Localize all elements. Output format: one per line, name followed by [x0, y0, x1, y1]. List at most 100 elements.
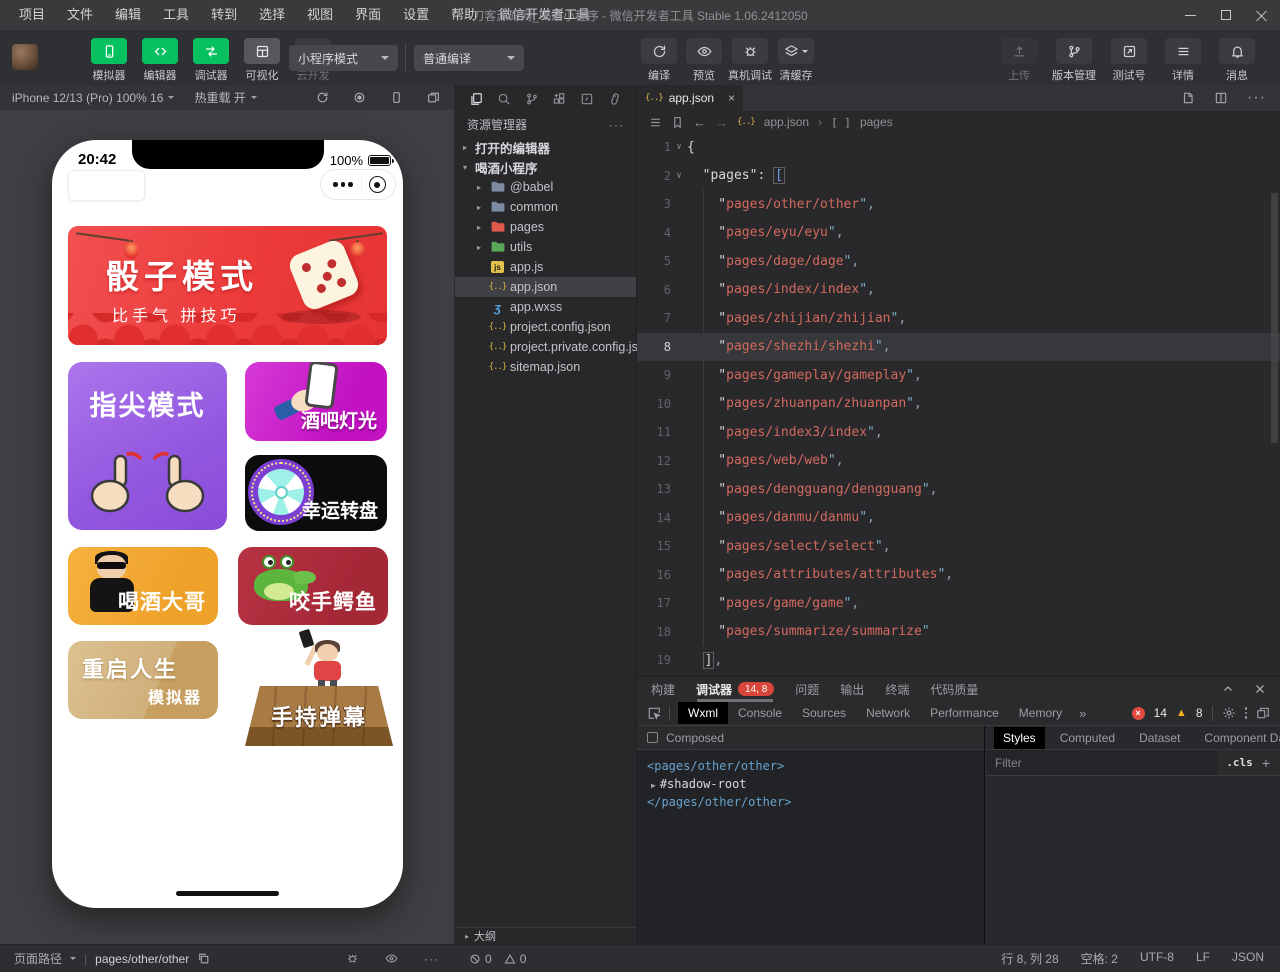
visualize-button[interactable]: 可视化	[241, 38, 283, 83]
styles-tab-styles[interactable]: Styles	[994, 727, 1045, 749]
menu-item[interactable]: 界面	[344, 0, 392, 30]
code-line[interactable]: 12 "pages/web/web",	[637, 447, 1280, 476]
source-control-icon[interactable]	[525, 92, 539, 106]
code-line[interactable]: 17 "pages/game/game",	[637, 589, 1280, 618]
tree-item[interactable]: {..}project.private.config.js...	[455, 337, 636, 357]
files-icon[interactable]	[469, 92, 483, 106]
component-icon[interactable]	[580, 92, 594, 106]
tree-item[interactable]: jsapp.js	[455, 257, 636, 277]
menu-item[interactable]: 转到	[200, 0, 248, 30]
code-line[interactable]: 5 "pages/dage/dage",	[637, 247, 1280, 276]
indentation[interactable]: 空格: 2	[1081, 950, 1118, 967]
compile-select[interactable]: 普通编译	[414, 45, 524, 71]
code-line[interactable]: 11 "pages/index3/index",	[637, 418, 1280, 447]
gear-icon[interactable]	[1222, 706, 1236, 720]
menu-item[interactable]: 设置	[392, 0, 440, 30]
clear-cache-button[interactable]: 清缓存	[775, 38, 817, 83]
details-button[interactable]: 详情	[1162, 38, 1204, 83]
card-restart-life[interactable]: 重启人生 模拟器	[68, 641, 218, 719]
page-path-value[interactable]: pages/other/other	[95, 952, 189, 966]
editor-scrollbar[interactable]	[1271, 193, 1278, 443]
more-actions-icon[interactable]: ···	[424, 952, 439, 966]
device-frame-icon[interactable]	[390, 91, 403, 104]
card-drinking-brother[interactable]: 喝酒大哥	[68, 547, 218, 625]
card-handheld-danmu[interactable]: 手持弹幕	[245, 638, 393, 752]
panel-tab-构建[interactable]: 构建	[651, 681, 675, 698]
panel-tab-输出[interactable]: 输出	[840, 681, 864, 698]
style-filter-input[interactable]: Filter	[986, 750, 1217, 775]
devtools-tab-performance[interactable]: Performance	[920, 702, 1009, 724]
dock-side-icon[interactable]	[1256, 706, 1270, 720]
device-debug-button[interactable]: 真机调试	[728, 38, 772, 83]
code-line[interactable]: 19 ],	[637, 646, 1280, 675]
devtools-tab-sources[interactable]: Sources	[792, 702, 856, 724]
code-line[interactable]: 13 "pages/dengguang/dengguang",	[637, 475, 1280, 504]
messages-button[interactable]: 消息	[1216, 38, 1258, 83]
code-line[interactable]: 8 "pages/shezhi/shezhi",	[637, 333, 1280, 362]
code-line[interactable]: 6 "pages/index/index",	[637, 276, 1280, 305]
outline-list-icon[interactable]	[649, 116, 662, 129]
devtools-tab-network[interactable]: Network	[856, 702, 920, 724]
rotate-icon[interactable]	[316, 91, 329, 104]
code-area[interactable]: 1∨{2∨ "pages": [3 "pages/other/other",4 …	[637, 133, 1280, 676]
cls-toggle[interactable]: .cls	[1217, 756, 1262, 769]
tree-item[interactable]: ▸pages	[455, 217, 636, 237]
more-menu-icon[interactable]	[333, 182, 353, 187]
tab-app-json[interactable]: {..} app.json ×	[637, 85, 743, 111]
code-line[interactable]: 10 "pages/zhuanpan/zhuanpan",	[637, 390, 1280, 419]
multi-window-icon[interactable]	[427, 91, 440, 104]
code-line[interactable]: 18 "pages/summarize/summarize"	[637, 618, 1280, 647]
outline-section[interactable]: ▸大纲	[455, 927, 636, 944]
hot-reload-toggle[interactable]: 热重载 开	[194, 89, 256, 106]
nav-forward-icon[interactable]: →	[715, 115, 728, 130]
devtools-tab-memory[interactable]: Memory	[1009, 702, 1072, 724]
code-line[interactable]: 3 "pages/other/other",	[637, 190, 1280, 219]
card-fingertip-mode[interactable]: 指尖模式	[68, 362, 227, 530]
code-line[interactable]: 7 "pages/zhijian/zhijian",	[637, 304, 1280, 333]
capsule-menu[interactable]	[320, 169, 396, 200]
code-line[interactable]: 1∨{	[637, 133, 1280, 162]
mode-select[interactable]: 小程序模式	[289, 45, 398, 71]
styles-tab-computed[interactable]: Computed	[1051, 727, 1124, 749]
devtools-tab-wxml[interactable]: Wxml	[678, 702, 728, 724]
wxml-open-tag[interactable]: <pages/other/other>	[647, 758, 984, 776]
panel-tab-问题[interactable]: 问题	[795, 681, 819, 698]
tree-item[interactable]: ▸utils	[455, 237, 636, 257]
wxml-close-tag[interactable]: </pages/other/other>	[647, 794, 984, 812]
code-line[interactable]: 15 "pages/select/select",	[637, 532, 1280, 561]
problems-warnings[interactable]: 0	[504, 952, 527, 966]
tree-item[interactable]: {..}sitemap.json	[455, 357, 636, 377]
language-mode[interactable]: JSON	[1232, 950, 1264, 967]
visibility-icon[interactable]	[385, 952, 398, 965]
menu-item[interactable]: 工具	[152, 0, 200, 30]
copy-icon[interactable]	[197, 952, 210, 965]
composed-checkbox[interactable]	[647, 732, 658, 743]
exit-capsule-icon[interactable]	[369, 176, 386, 193]
upload-button[interactable]: 上传	[998, 38, 1040, 83]
encoding[interactable]: UTF-8	[1140, 950, 1174, 967]
record-icon[interactable]	[353, 91, 366, 104]
code-line[interactable]: 9 "pages/gameplay/gameplay",	[637, 361, 1280, 390]
minimize-button[interactable]	[1172, 0, 1208, 30]
problems-errors[interactable]: 0	[469, 952, 492, 966]
tree-item[interactable]: ▸@babel	[455, 177, 636, 197]
device-select[interactable]: iPhone 12/13 (Pro) 100% 16	[12, 91, 174, 105]
kebab-menu-icon[interactable]	[1245, 707, 1248, 719]
collapse-panel-icon[interactable]	[1222, 683, 1234, 695]
styles-tab-dataset[interactable]: Dataset	[1130, 727, 1189, 749]
maximize-button[interactable]	[1208, 0, 1244, 30]
eol[interactable]: LF	[1196, 950, 1210, 967]
compile-button[interactable]: 编译	[638, 38, 680, 83]
more-actions-icon[interactable]: ···	[1247, 89, 1266, 107]
inspect-element-icon[interactable]	[647, 706, 661, 720]
simulator-button[interactable]: 模拟器	[88, 38, 130, 83]
menu-item[interactable]: 视图	[296, 0, 344, 30]
code-line[interactable]: 16 "pages/attributes/attributes",	[637, 561, 1280, 590]
split-editor-icon[interactable]	[1214, 91, 1228, 105]
panel-tab-终端[interactable]: 终端	[885, 681, 909, 698]
open-preview-icon[interactable]	[1181, 91, 1195, 105]
tree-item[interactable]: {..}app.json	[455, 277, 636, 297]
tree-item[interactable]: ʒapp.wxss	[455, 297, 636, 317]
page-path-label[interactable]: 页面路径	[14, 950, 62, 967]
menu-item[interactable]: 项目	[8, 0, 56, 30]
